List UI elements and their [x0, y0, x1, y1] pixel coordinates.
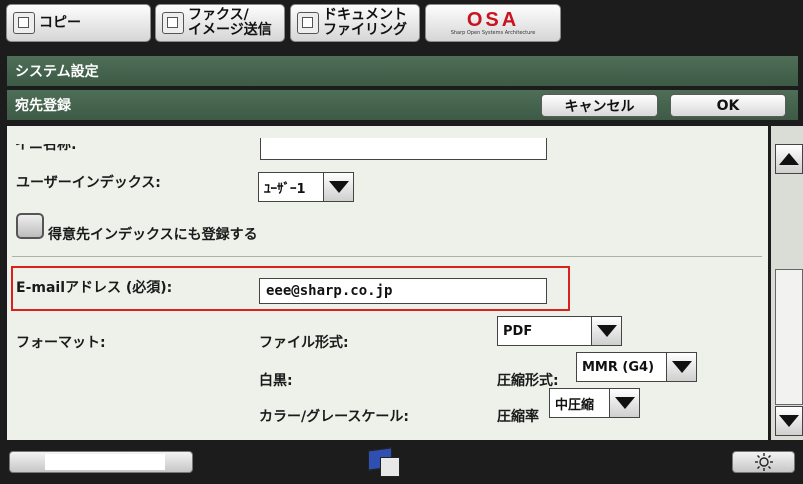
address-registration-title: 宛先登録	[15, 98, 71, 114]
system-settings-header: システム設定	[7, 56, 798, 86]
chevron-down-icon[interactable]	[592, 316, 622, 346]
user-index-label: ユーザーインデックス:	[16, 175, 161, 191]
tab-document-filing[interactable]: ドキュメント ファイリング	[290, 4, 420, 42]
brightness-button[interactable]	[732, 451, 795, 473]
system-settings-title: システム設定	[15, 64, 99, 80]
file-format-value: PDF	[497, 316, 592, 346]
file-format-label: ファイル形式:	[259, 335, 349, 351]
scroll-up-button[interactable]	[775, 144, 803, 174]
osa-subtitle: Sharp Open Systems Architecture	[450, 29, 536, 36]
form-panel: イニ名称: ユーザーインデックス: ﾕｰｻﾞｰ1 得意先インデックスにも登録する…	[7, 126, 768, 440]
tab-doc-label-1: ドキュメント	[323, 7, 407, 23]
format-label: フォーマット:	[16, 335, 106, 351]
fax-icon	[162, 12, 184, 34]
status-display	[45, 454, 165, 470]
compression-format-label: 圧縮形式:	[497, 373, 559, 389]
tab-copy-label: コピー	[39, 14, 81, 31]
compression-format-select[interactable]: MMR (G4)	[576, 352, 697, 382]
user-index-select[interactable]: ﾕｰｻﾞｰ1	[258, 172, 354, 202]
chevron-down-icon[interactable]	[667, 352, 697, 382]
job-status-icon[interactable]	[366, 445, 400, 477]
email-input[interactable]: eee@sharp.co.jp	[259, 278, 547, 304]
ok-button[interactable]: OK	[670, 94, 786, 117]
color-gray-label: カラー/グレースケール:	[259, 409, 410, 425]
partial-name-label: イニ名称:	[15, 137, 77, 153]
tab-fax-image-send[interactable]: ファクス/ イメージ送信	[155, 4, 285, 42]
tab-doc-label-2: ファイリング	[323, 22, 407, 38]
tab-copy[interactable]: コピー	[6, 4, 151, 42]
scroll-thumb[interactable]	[775, 269, 803, 405]
tab-fax-label-2: イメージ送信	[188, 22, 272, 38]
favorite-checkbox[interactable]	[16, 213, 44, 239]
file-format-select[interactable]: PDF	[497, 316, 622, 346]
favorite-label: 得意先インデックスにも登録する	[48, 227, 258, 243]
brightness-icon	[754, 453, 773, 471]
tab-fax-label-1: ファクス/	[188, 7, 249, 23]
email-label: E-mailアドレス (必須):	[16, 280, 173, 296]
copy-icon	[13, 12, 35, 34]
compression-rate-value: 中圧縮	[549, 388, 610, 418]
tab-osa[interactable]: OSA Sharp Open Systems Architecture	[425, 4, 561, 42]
compression-rate-label: 圧縮率	[497, 409, 539, 425]
compression-format-value: MMR (G4)	[576, 352, 667, 382]
scroll-down-button[interactable]	[775, 406, 803, 436]
divider	[12, 256, 762, 257]
chevron-down-icon[interactable]	[610, 388, 640, 418]
name-field[interactable]	[260, 138, 547, 160]
chevron-down-icon[interactable]	[324, 172, 354, 202]
job-status-button[interactable]	[9, 451, 193, 473]
cancel-button[interactable]: キャンセル	[541, 94, 658, 117]
compression-rate-select[interactable]: 中圧縮	[549, 388, 640, 418]
mono-label: 白黒:	[259, 373, 293, 389]
user-index-value: ﾕｰｻﾞｰ1	[258, 172, 324, 202]
osa-logo: OSA	[466, 8, 520, 31]
scrollbar[interactable]	[771, 126, 803, 440]
document-filing-icon	[297, 12, 319, 34]
